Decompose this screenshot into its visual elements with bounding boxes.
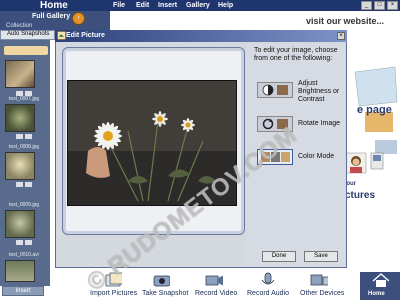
- brightness-contrast-button[interactable]: [257, 82, 293, 98]
- web-avatar-icon: [345, 152, 367, 174]
- dialog-close-button[interactable]: ×: [337, 32, 345, 40]
- web-phone-icon: [370, 152, 384, 170]
- menu-edit[interactable]: Edit: [136, 1, 149, 10]
- home-icon[interactable]: [371, 272, 389, 288]
- web-page-text: e page: [357, 104, 392, 116]
- save-button[interactable]: Save: [304, 251, 338, 262]
- thumbnail-icons: [10, 182, 34, 188]
- dialog-title: Edit Picture: [66, 32, 105, 39]
- menu-help[interactable]: Help: [218, 1, 233, 10]
- color-mode-label[interactable]: Color Mode: [298, 153, 334, 161]
- other-devices-button[interactable]: Other Devices: [300, 290, 344, 297]
- thumbnail-2-caption: test_0007.jpg: [9, 96, 40, 102]
- app-title: Home: [40, 0, 68, 11]
- edit-picture-icon: [57, 31, 66, 40]
- web-pictures-text: ctures: [345, 190, 376, 201]
- video-camera-icon[interactable]: [205, 272, 223, 288]
- home-button[interactable]: Home: [368, 291, 385, 297]
- record-audio-button[interactable]: Record Audio: [247, 290, 289, 297]
- brightness-contrast-label[interactable]: Adjust Brightness or Contrast: [298, 80, 344, 104]
- thumbnail-2[interactable]: [5, 104, 35, 132]
- thumbnail-4-caption: test_0009.jpg: [9, 202, 40, 208]
- thumbnail-3[interactable]: [5, 152, 35, 180]
- auto-snapshots-label: Auto Snapshots: [7, 31, 50, 37]
- thumbnail-5-caption: test_0010.avi: [9, 252, 39, 258]
- menu-insert[interactable]: Insert: [158, 1, 177, 10]
- window-controls: _ □ ×: [361, 1, 398, 10]
- thumbnail-icons: [10, 134, 34, 140]
- sidebar-toolbar[interactable]: [4, 46, 48, 55]
- devices-icon[interactable]: [310, 272, 328, 288]
- menu-gallery[interactable]: Gallery: [186, 1, 210, 10]
- menu-file[interactable]: File: [113, 1, 125, 10]
- thumbnail-icons: [10, 240, 34, 246]
- minimize-button[interactable]: _: [361, 1, 372, 10]
- thumbnail-4[interactable]: [5, 210, 35, 238]
- thumbnail-1[interactable]: [5, 60, 35, 88]
- thumbnail-3-caption: test_0008.jpg: [9, 144, 40, 150]
- done-button[interactable]: Done: [262, 251, 296, 262]
- microphone-icon[interactable]: [258, 272, 276, 288]
- insert-button[interactable]: Insert: [2, 286, 44, 296]
- gallery-title: Full Gallery: [32, 13, 71, 20]
- visit-website-link[interactable]: visit our website...: [306, 16, 384, 26]
- rotate-image-label[interactable]: Rotate Image: [298, 120, 340, 128]
- dialog-instructions: To edit your image, choose from one of t…: [254, 47, 338, 62]
- record-video-button[interactable]: Record Video: [195, 290, 237, 297]
- maximize-button[interactable]: □: [374, 1, 385, 10]
- thumbnail-5[interactable]: [5, 260, 35, 282]
- brightness-contrast-icon: [262, 84, 288, 96]
- collection-label: Collection: [6, 23, 33, 29]
- gallery-arrow-icon[interactable]: ›: [72, 12, 85, 25]
- camera-icon[interactable]: [152, 272, 170, 288]
- close-button[interactable]: ×: [387, 1, 398, 10]
- take-snapshot-button[interactable]: Take Snapshot: [142, 290, 188, 297]
